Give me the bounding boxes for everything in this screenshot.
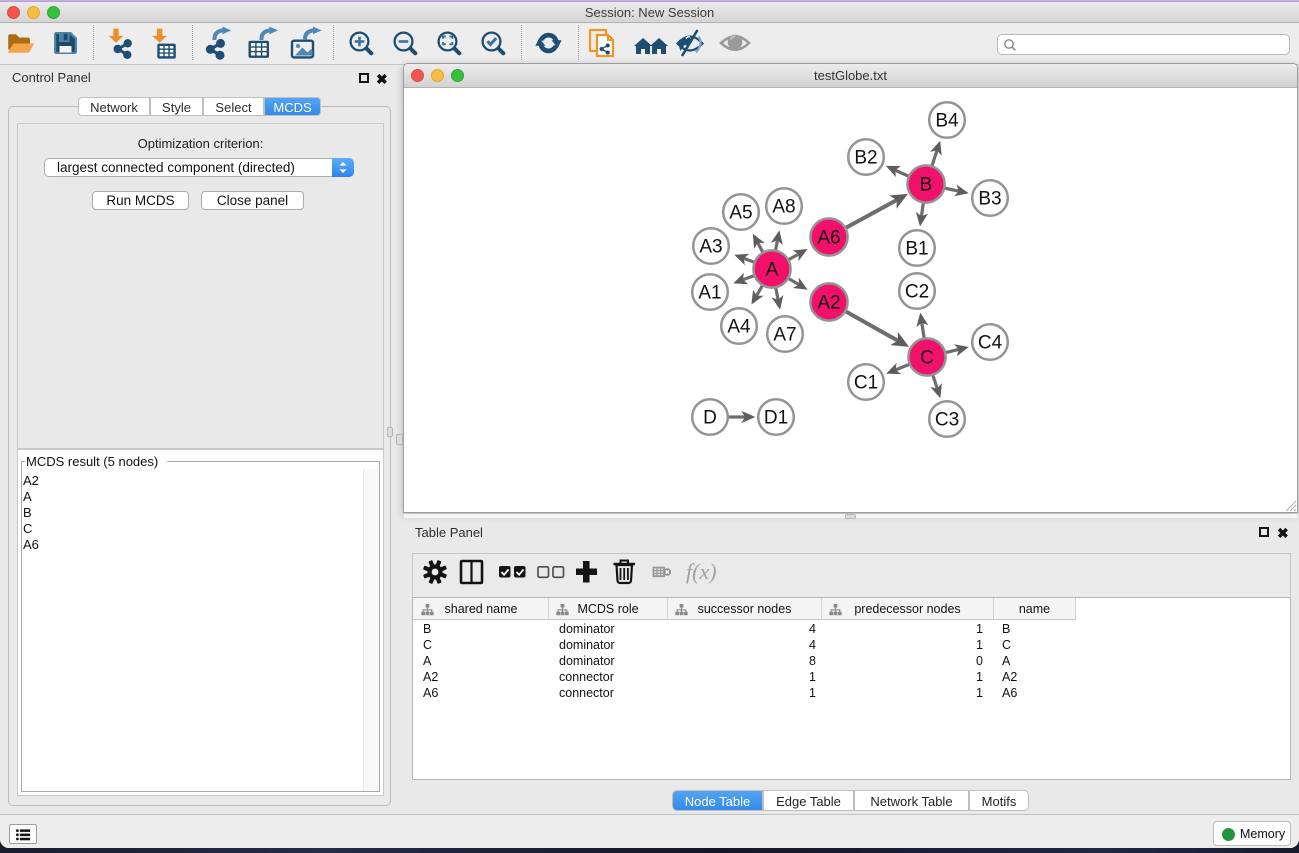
svg-text:B3: B3 — [978, 189, 1001, 210]
svg-text:A7: A7 — [773, 325, 796, 346]
svg-text:A8: A8 — [772, 197, 795, 218]
svg-text:A5: A5 — [729, 203, 752, 224]
svg-text:C1: C1 — [854, 373, 878, 394]
svg-text:A1: A1 — [698, 283, 721, 304]
svg-text:C3: C3 — [935, 410, 959, 431]
svg-text:A3: A3 — [699, 237, 722, 258]
svg-text:B: B — [920, 175, 933, 196]
svg-text:B4: B4 — [935, 111, 959, 132]
svg-text:C: C — [920, 348, 934, 369]
svg-text:A2: A2 — [817, 293, 840, 314]
svg-text:C4: C4 — [978, 333, 1003, 354]
svg-text:B1: B1 — [905, 239, 928, 260]
svg-text:D: D — [703, 408, 717, 429]
svg-text:D1: D1 — [764, 408, 788, 429]
svg-text:A4: A4 — [727, 317, 751, 338]
svg-text:A6: A6 — [817, 228, 840, 249]
svg-text:B2: B2 — [854, 148, 877, 169]
svg-text:C2: C2 — [905, 282, 929, 303]
svg-text:A: A — [766, 260, 779, 281]
